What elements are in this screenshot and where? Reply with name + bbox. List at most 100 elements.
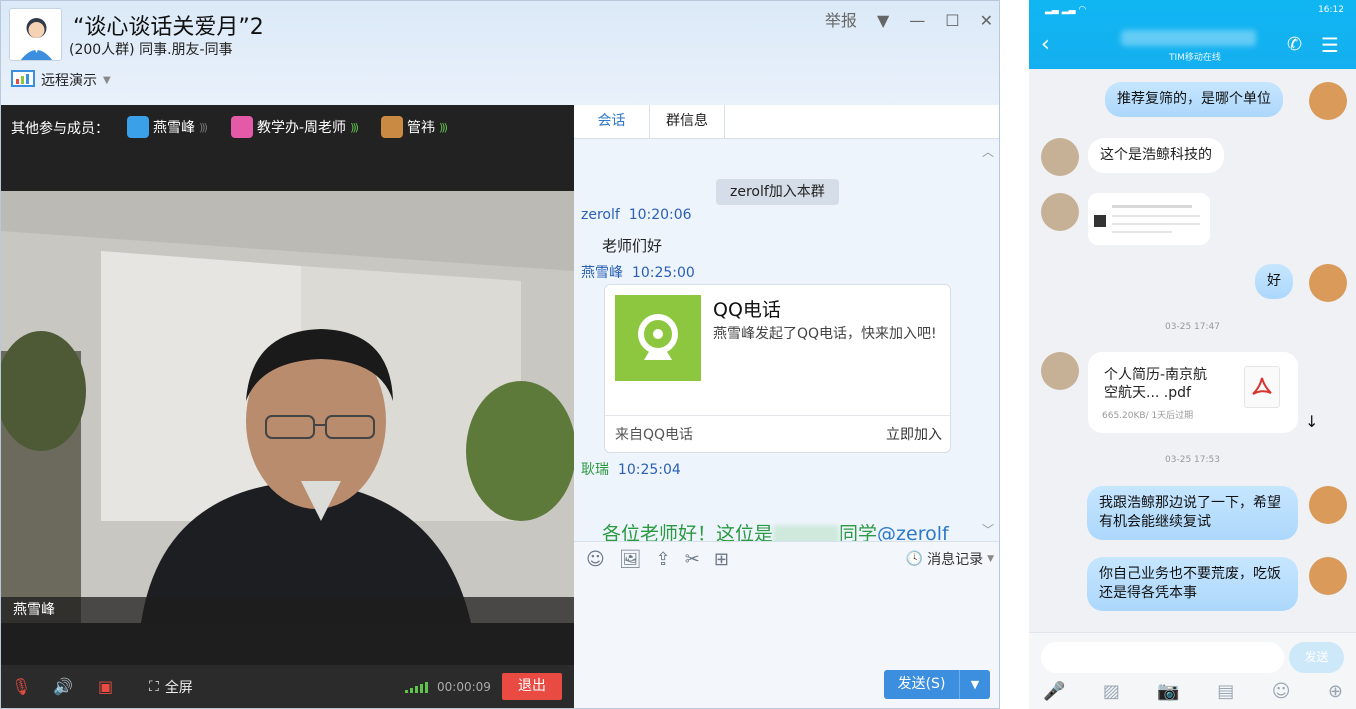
- message-text-part: 各位老师好！这位是: [602, 523, 774, 541]
- message-history-label: 消息记录: [927, 552, 984, 568]
- clock-icon: 🕓: [905, 551, 924, 567]
- member-name: 管祎: [407, 120, 435, 136]
- member-name: 教学办-周老师: [257, 120, 347, 136]
- member-avatar: [381, 116, 403, 138]
- chevron-down-icon: ▼: [103, 74, 111, 86]
- phone-call-icon[interactable]: ✆: [1287, 34, 1302, 55]
- network-signal-icon: [405, 682, 428, 693]
- member-item[interactable]: 管祎 ))): [381, 116, 448, 138]
- card-footer: 来自QQ电话 立即加入: [605, 415, 950, 452]
- window-edge: [999, 105, 1000, 709]
- contact-avatar[interactable]: [1041, 138, 1079, 176]
- fullscreen-button[interactable]: ⛶ 全屏: [149, 677, 193, 697]
- tab-chat[interactable]: 会话: [574, 105, 649, 139]
- group-avatar[interactable]: [9, 8, 62, 61]
- upload-icon[interactable]: ⇪: [656, 549, 671, 570]
- message-text: 各位老师好！这位是 同学@zerolf: [602, 519, 949, 541]
- menu-icon[interactable]: ☰: [1321, 33, 1339, 57]
- member-item[interactable]: 教学办-周老师 ))): [231, 116, 359, 138]
- sender-name[interactable]: zerolf: [581, 207, 620, 223]
- window-controls: 举报 ▼ — ☐ ✕: [825, 11, 993, 31]
- group-title: “谈心谈话关爱月”2: [73, 15, 264, 40]
- mobile-input-bar: 发送 🎤 ▨ 📷 ▤ ☺ ⊕: [1029, 632, 1356, 709]
- message-text-part: 同学: [839, 523, 878, 541]
- qq-call-card[interactable]: QQ电话 燕雪峰发起了QQ电话，快来加入吧! 来自QQ电话 立即加入: [604, 284, 951, 453]
- remote-demo-button[interactable]: 远程演示 ▼: [11, 70, 111, 90]
- mic-muted-icon[interactable]: 🎙: [11, 677, 31, 696]
- window-header: “谈心谈话关爱月”2 (200人群) 同事.朋友-同事 举报 ▼ — ☐ ✕ 远…: [1, 1, 999, 105]
- mobile-header: ▂▃ ▂▃ ◠ 16:12 ‹ TIM移动在线 ✆ ☰: [1029, 0, 1356, 69]
- tab-group-info[interactable]: 群信息: [649, 105, 725, 139]
- member-item[interactable]: 燕雪峰 ))): [127, 116, 208, 138]
- message-history-button[interactable]: 🕓 消息记录 ▼: [906, 549, 994, 569]
- remote-demo-label: 远程演示: [41, 73, 97, 89]
- card-title: QQ电话: [713, 299, 781, 321]
- file-message[interactable]: 个人简历-南京航 空航天... .pdf 665.20KB/ 1天后过期: [1088, 352, 1298, 433]
- scroll-up-icon[interactable]: ︿: [982, 143, 994, 160]
- dropdown-arrow-icon[interactable]: ▼: [877, 11, 889, 31]
- call-timer: 00:00:09: [437, 680, 491, 694]
- exit-call-button[interactable]: 退出: [502, 673, 562, 700]
- video-feed: 燕雪峰: [1, 191, 574, 623]
- camera-icon[interactable]: 📷: [1157, 681, 1179, 702]
- download-icon[interactable]: ↓: [1305, 412, 1318, 431]
- message-header: 燕雪峰 10:25:00: [581, 262, 695, 282]
- presentation-icon: [11, 70, 35, 87]
- my-avatar[interactable]: [1309, 557, 1347, 595]
- screen-root: “谈心谈话关爱月”2 (200人群) 同事.朋友-同事 举报 ▼ — ☐ ✕ 远…: [0, 0, 1356, 709]
- message-input[interactable]: [1041, 642, 1284, 673]
- message-bubble[interactable]: 推荐复筛的，是哪个单位: [1105, 82, 1283, 117]
- message-bubble[interactable]: 你自己业务也不要荒废，吃饭还是得各凭本事: [1087, 557, 1298, 611]
- image-message[interactable]: [1088, 193, 1210, 245]
- microphone-icon[interactable]: 🎤: [1043, 681, 1065, 702]
- back-icon[interactable]: ‹: [1041, 32, 1050, 57]
- emoji-icon[interactable]: ☺: [1272, 681, 1291, 702]
- member-avatar: [127, 116, 149, 138]
- contact-avatar[interactable]: [1041, 352, 1079, 390]
- join-now-link[interactable]: 立即加入: [886, 416, 942, 452]
- red-packet-icon[interactable]: ▤: [1217, 681, 1234, 702]
- member-name: 燕雪峰: [153, 120, 195, 136]
- system-message: zerolf加入本群: [716, 179, 839, 205]
- my-avatar[interactable]: [1309, 82, 1347, 120]
- image-icon[interactable]: ▨: [1103, 681, 1120, 702]
- screenshot-icon[interactable]: ✂: [685, 549, 700, 570]
- send-button[interactable]: 发送: [1289, 642, 1344, 673]
- message-bubble[interactable]: 好: [1255, 264, 1293, 299]
- minimize-icon[interactable]: —: [909, 11, 925, 31]
- group-subtitle: (200人群) 同事.朋友-同事: [69, 42, 233, 58]
- more-tools-icon[interactable]: ⊞: [714, 549, 729, 570]
- message-bubble[interactable]: 我跟浩鲸那边说了一下，希望有机会能继续复试: [1087, 486, 1298, 540]
- close-icon[interactable]: ✕: [980, 11, 993, 31]
- send-label: 发送(S): [884, 670, 960, 699]
- members-bar: 其他参与成员： 燕雪峰 ))) 教学办-周老师 ))) 管祎 ))): [1, 105, 574, 191]
- send-options-icon[interactable]: ▼: [960, 670, 990, 699]
- fullscreen-icon: ⛶: [149, 679, 159, 695]
- time-divider: 03-25 17:53: [1165, 455, 1220, 465]
- scroll-down-icon[interactable]: ﹀: [982, 521, 994, 538]
- message-list[interactable]: zerolf加入本群 zerolf 10:20:06 老师们好 燕雪峰 10:2…: [574, 139, 999, 541]
- plus-icon[interactable]: ⊕: [1328, 681, 1343, 702]
- my-avatar[interactable]: [1309, 264, 1347, 302]
- report-button[interactable]: 举报: [825, 11, 857, 31]
- mobile-chat: ▂▃ ▂▃ ◠ 16:12 ‹ TIM移动在线 ✆ ☰ 推荐复筛的，是哪个单位 …: [1029, 0, 1356, 709]
- qq-group-window: “谈心谈话关爱月”2 (200人群) 同事.朋友-同事 举报 ▼ — ☐ ✕ 远…: [0, 0, 1000, 709]
- contact-avatar[interactable]: [1041, 193, 1079, 231]
- message-time: 10:25:04: [617, 462, 681, 478]
- image-icon[interactable]: 🖼: [619, 549, 642, 570]
- sender-name[interactable]: 耿瑞: [581, 462, 609, 478]
- camera-off-icon[interactable]: ▣: [98, 677, 113, 696]
- maximize-icon[interactable]: ☐: [945, 11, 959, 31]
- mention-link[interactable]: @zerolf: [877, 523, 949, 541]
- status-bar-icons: ▂▃ ▂▃ ◠: [1045, 5, 1087, 15]
- emoji-icon[interactable]: ☺: [586, 549, 605, 570]
- sender-name[interactable]: 燕雪峰: [581, 265, 623, 281]
- send-button[interactable]: 发送(S) ▼: [884, 670, 990, 699]
- speaker-icon[interactable]: 🔊: [53, 677, 73, 696]
- signal-icon: ))): [350, 120, 359, 134]
- redacted-text: [773, 524, 840, 541]
- chevron-down-icon: ▼: [987, 554, 994, 564]
- message-bubble[interactable]: 这个是浩鲸科技的: [1088, 138, 1224, 173]
- my-avatar[interactable]: [1309, 486, 1347, 524]
- file-meta: 665.20KB/ 1天后过期: [1102, 411, 1194, 421]
